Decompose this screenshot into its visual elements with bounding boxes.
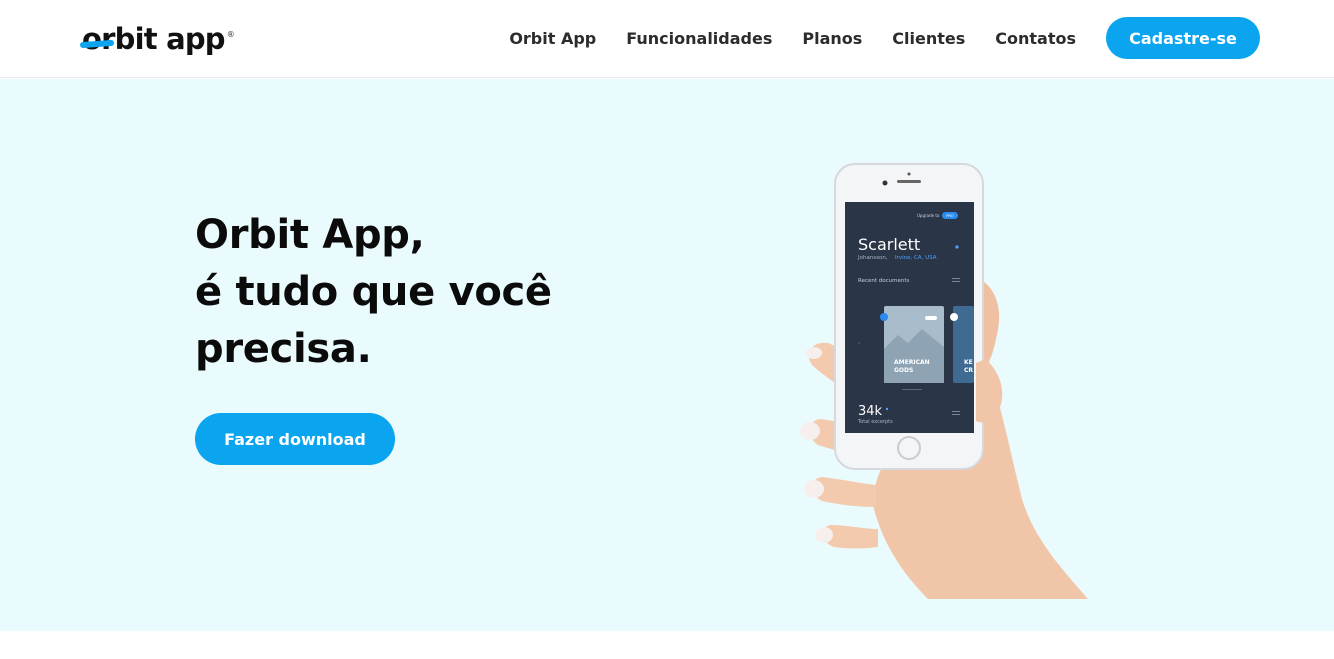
nav-item-planos[interactable]: Planos	[802, 29, 862, 48]
brand-logo[interactable]: orbit app ®	[79, 20, 235, 58]
nav-item-contatos[interactable]: Contatos	[995, 29, 1076, 48]
logo-wordmark: orbit app ®	[79, 21, 235, 56]
logo-text: orbit app	[82, 21, 226, 56]
hand-holding-phone-illustration: Upgrade to PRO Scarlett Johansson, Irvin…	[800, 163, 1088, 599]
download-button[interactable]: Fazer download	[195, 413, 395, 465]
phone-stat-value: 34k	[858, 404, 883, 419]
hero-title: Orbit App, é tudo que você precisa.	[195, 207, 615, 378]
hero-title-line: é tudo que você	[195, 269, 552, 315]
nav-item-funcionalidades[interactable]: Funcionalidades	[626, 29, 772, 48]
main-nav: Orbit App Funcionalidades Planos Cliente…	[509, 17, 1260, 59]
signup-button[interactable]: Cadastre-se	[1106, 17, 1260, 59]
phone-upgrade-text: Upgrade to	[917, 213, 940, 218]
hero-title-line: precisa.	[195, 326, 372, 372]
nav-item-clientes[interactable]: Clientes	[892, 29, 965, 48]
phone-mockup: Upgrade to PRO Scarlett Johansson, Irvin…	[834, 163, 984, 470]
hero-title-line: Orbit App,	[195, 212, 425, 258]
phone-card2-title-line2: CR	[964, 367, 973, 374]
logo-registered-mark: ®	[226, 29, 235, 39]
site-header: orbit app ® Orbit App Funcionalidades Pla…	[0, 0, 1334, 78]
phone-card2-title-line1: KE	[964, 359, 973, 366]
phone-pro-badge: PRO	[946, 214, 954, 218]
phone-card-title-line1: AMERICAN	[894, 359, 930, 366]
phone-profile-location: Irvine, CA, USA	[895, 255, 937, 261]
phone-profile-name: Scarlett	[858, 235, 920, 254]
phone-recent-documents-label: Recent documents	[858, 278, 910, 284]
svg-text:‹: ‹	[858, 340, 860, 347]
phone-stat-label: Total excerpts	[857, 419, 893, 425]
phone-profile-surname: Johansson,	[857, 255, 888, 261]
nav-item-orbit-app[interactable]: Orbit App	[509, 29, 596, 48]
phone-card-title-line2: GODS	[894, 367, 913, 374]
hero-section: Orbit App, é tudo que você precisa. Faze…	[0, 79, 1334, 631]
